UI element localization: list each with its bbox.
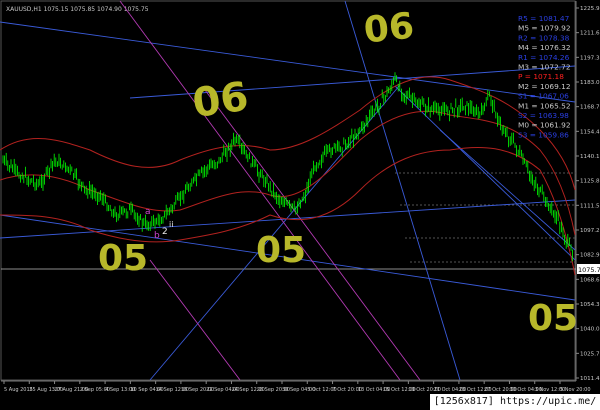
price-tick-label: 1211.65 <box>580 31 600 37</box>
price-tick-label: 1111.55 <box>580 203 600 209</box>
pivot-level-label: M5 = 1079.92 <box>518 24 571 33</box>
price-tick-label: 1054.35 <box>580 302 600 308</box>
pivot-level-label: R1 = 1074.26 <box>518 53 570 62</box>
price-tick-label: 1040.05 <box>580 327 600 333</box>
pivot-level-label: S2 = 1063.98 <box>518 111 569 120</box>
pivot-level-label: S1 = 1067.06 <box>518 92 569 101</box>
chart-title: XAUUSD,H1 1075.15 1075.85 1074.90 1075.7… <box>6 6 149 13</box>
price-chart[interactable]: XAUUSD,H1 1075.15 1075.85 1074.90 1075.7… <box>0 0 600 410</box>
price-tick-label: 1168.75 <box>580 105 600 111</box>
price-tick-label: 1154.45 <box>580 129 600 135</box>
price-tick-label: 1197.35 <box>580 55 600 61</box>
price-tick-label: 1068.65 <box>580 277 600 283</box>
sketch-mark-05b: 05 <box>256 230 306 271</box>
pivot-level-label: M4 = 1076.32 <box>518 43 571 52</box>
price-tick-label: 1183.05 <box>580 80 600 86</box>
pivot-level-label: M3 = 1072.72 <box>518 63 571 72</box>
current-price-value: 1075.75 <box>578 266 600 274</box>
pivot-level-label: S3 = 1059.86 <box>518 130 569 139</box>
pivot-level-label: M0 = 1061.92 <box>518 121 571 130</box>
price-tick-label: 1225.95 <box>580 6 600 12</box>
watermark: [1256x817] https://upic.me/ <box>430 394 600 410</box>
pivot-level-label: R2 = 1078.38 <box>518 33 570 42</box>
wave-label-ii: ii <box>169 220 173 229</box>
sketch-mark-05c: 05 <box>528 298 578 339</box>
current-price-tag: 1075.75 <box>577 264 600 274</box>
price-tick-label: 1082.95 <box>580 253 600 259</box>
sketch-mark-06b: 06 <box>190 74 252 127</box>
pivot-level-label: P = 1071.18 <box>518 72 564 81</box>
pivot-level-label: R5 = 1081.47 <box>518 14 570 23</box>
price-tick-label: 1011.45 <box>580 376 600 382</box>
wave-label-a: a <box>145 207 151 217</box>
time-tick-label: 5 Nov 20:00 <box>560 387 591 393</box>
sketch-mark-05a: 05 <box>98 238 148 279</box>
wave-label-b: b <box>154 231 160 241</box>
pivot-level-label: M2 = 1069.12 <box>518 82 571 91</box>
price-tick-label: 1025.75 <box>580 351 600 357</box>
price-tick-label: 1140.15 <box>580 154 600 160</box>
price-tick-label: 1125.85 <box>580 179 600 185</box>
wave-label-2: 2 <box>162 227 168 237</box>
price-tick-label: 1097.25 <box>580 228 600 234</box>
sketch-mark-06: 06 <box>362 6 416 52</box>
pivot-levels-panel: R5 = 1081.47M5 = 1079.92R2 = 1078.38M4 =… <box>518 14 571 139</box>
pivot-level-label: M1 = 1065.52 <box>518 101 571 110</box>
